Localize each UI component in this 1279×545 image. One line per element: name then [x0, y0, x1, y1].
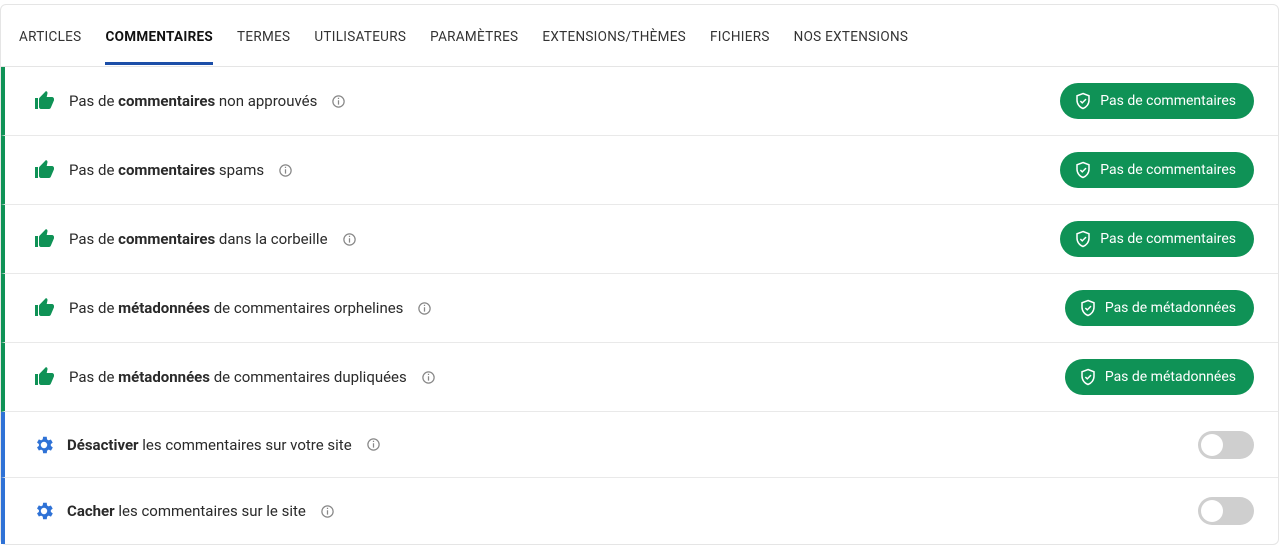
row-label: Cacher les commentaires sur le site	[33, 500, 335, 522]
shield-check-icon	[1074, 92, 1092, 110]
pill-label: Pas de métadonnées	[1105, 300, 1236, 316]
tabs: Articles Commentaires Termes Utilisateur…	[1, 5, 1278, 67]
row-hide-comments: Cacher les commentaires sur le site	[1, 478, 1278, 544]
info-icon[interactable]	[421, 370, 436, 385]
row-text: Pas de commentaires non approuvés	[69, 92, 317, 110]
row-trash-comments: Pas de commentaires dans la corbeille Pa…	[1, 205, 1278, 274]
shield-check-icon	[1079, 368, 1097, 386]
info-icon[interactable]	[278, 163, 293, 178]
tab-utilisateurs[interactable]: Utilisateurs	[314, 7, 406, 65]
info-icon[interactable]	[342, 232, 357, 247]
info-icon[interactable]	[320, 504, 335, 519]
thumbs-up-icon	[33, 296, 57, 320]
row-spam-comments: Pas de commentaires spams Pas de comment…	[1, 136, 1278, 205]
row-disable-comments: Désactiver les commentaires sur votre si…	[1, 412, 1278, 478]
pill-label: Pas de commentaires	[1100, 93, 1236, 109]
gear-icon	[33, 434, 55, 456]
tab-extensions[interactable]: Extensions/Thèmes	[542, 7, 686, 65]
row-text: Pas de métadonnées de commentaires orphe…	[69, 299, 403, 317]
row-text: Pas de commentaires dans la corbeille	[69, 230, 328, 248]
tab-parametres[interactable]: Paramètres	[430, 7, 518, 65]
row-label: Désactiver les commentaires sur votre si…	[33, 434, 381, 456]
info-icon[interactable]	[417, 301, 432, 316]
tab-nos-extensions[interactable]: Nos extensions	[794, 7, 909, 65]
tab-articles[interactable]: Articles	[19, 7, 81, 65]
row-label: Pas de métadonnées de commentaires dupli…	[33, 365, 436, 389]
row-unapproved-comments: Pas de commentaires non approuvés Pas de…	[1, 67, 1278, 136]
row-label: Pas de commentaires dans la corbeille	[33, 227, 357, 251]
shield-check-icon	[1079, 299, 1097, 317]
status-pill-metadata: Pas de métadonnées	[1065, 359, 1254, 395]
shield-check-icon	[1074, 161, 1092, 179]
row-text: Désactiver les commentaires sur votre si…	[67, 436, 352, 454]
row-text: Pas de métadonnées de commentaires dupli…	[69, 368, 407, 386]
tab-termes[interactable]: Termes	[237, 7, 290, 65]
toggle-disable-comments[interactable]	[1198, 431, 1254, 459]
row-text: Cacher les commentaires sur le site	[67, 502, 306, 520]
panel: Articles Commentaires Termes Utilisateur…	[0, 4, 1279, 545]
row-label: Pas de métadonnées de commentaires orphe…	[33, 296, 432, 320]
info-icon[interactable]	[331, 94, 346, 109]
row-duplicate-metadata: Pas de métadonnées de commentaires dupli…	[1, 343, 1278, 412]
status-pill-metadata: Pas de métadonnées	[1065, 290, 1254, 326]
thumbs-up-icon	[33, 89, 57, 113]
pill-label: Pas de commentaires	[1100, 162, 1236, 178]
shield-check-icon	[1074, 230, 1092, 248]
thumbs-up-icon	[33, 158, 57, 182]
status-pill-comments: Pas de commentaires	[1060, 221, 1254, 257]
row-label: Pas de commentaires non approuvés	[33, 89, 346, 113]
toggle-hide-comments[interactable]	[1198, 497, 1254, 525]
gear-icon	[33, 500, 55, 522]
status-pill-comments: Pas de commentaires	[1060, 83, 1254, 119]
row-label: Pas de commentaires spams	[33, 158, 293, 182]
tab-fichiers[interactable]: Fichiers	[710, 7, 770, 65]
thumbs-up-icon	[33, 227, 57, 251]
info-icon[interactable]	[366, 437, 381, 452]
status-pill-comments: Pas de commentaires	[1060, 152, 1254, 188]
row-text: Pas de commentaires spams	[69, 161, 264, 179]
pill-label: Pas de métadonnées	[1105, 369, 1236, 385]
thumbs-up-icon	[33, 365, 57, 389]
row-orphan-metadata: Pas de métadonnées de commentaires orphe…	[1, 274, 1278, 343]
tab-commentaires[interactable]: Commentaires	[105, 7, 213, 65]
pill-label: Pas de commentaires	[1100, 231, 1236, 247]
